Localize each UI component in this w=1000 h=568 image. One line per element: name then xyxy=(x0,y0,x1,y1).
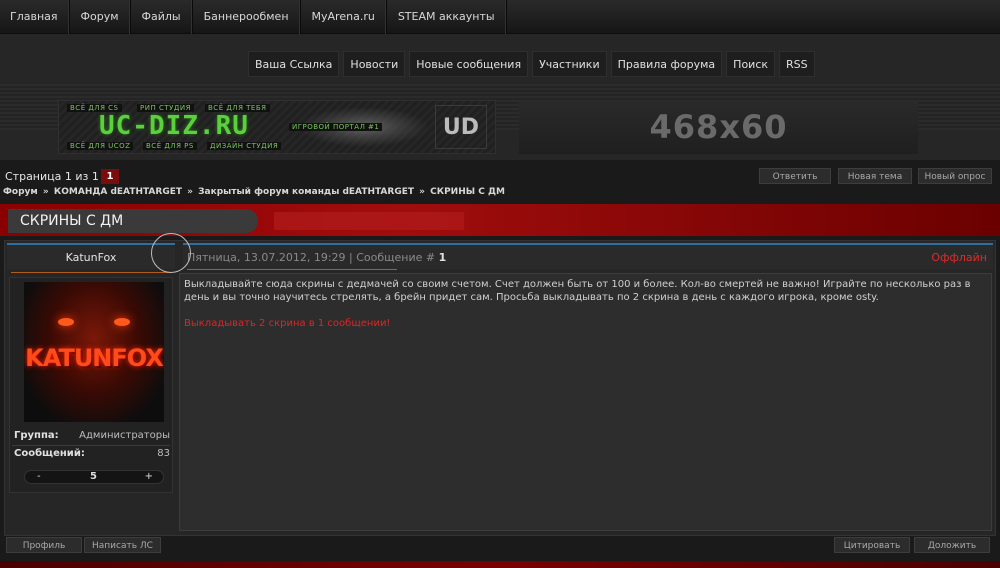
reputation-bar: - 5 + xyxy=(24,470,164,484)
nav-news[interactable]: Новости xyxy=(343,51,406,77)
breadcrumb-separator: » xyxy=(187,187,193,197)
new-topic-button[interactable]: Новая тема xyxy=(838,168,912,184)
group-row: Группа: Администраторы xyxy=(12,428,170,446)
author-underline xyxy=(11,272,171,273)
bottom-edge xyxy=(0,561,1000,568)
breadcrumb: Форум » КОМАНДА dEATHTARGET » Закрытый ф… xyxy=(3,187,505,197)
rep-minus-button[interactable]: - xyxy=(37,471,41,483)
quote-button[interactable]: Цитировать xyxy=(834,537,910,553)
avatar-eye xyxy=(58,318,74,326)
avatar: KATUNFOX xyxy=(24,282,164,422)
breadcrumb-closed-forum[interactable]: Закрытый форум команды dEATHTARGET xyxy=(198,187,414,197)
breadcrumb-topic[interactable]: СКРИНЫ С ДМ xyxy=(430,187,505,197)
forum-post: KatunFox Пятница, 13.07.2012, 19:29 | Со… xyxy=(4,240,996,536)
profile-button[interactable]: Профиль xyxy=(6,537,82,553)
send-pm-button[interactable]: Написать ЛС xyxy=(84,537,161,553)
breadcrumb-team[interactable]: КОМАНДА dEATHTARGET xyxy=(54,187,182,197)
secondary-nav: Ваша Ссылка Новости Новые сообщения Учас… xyxy=(248,51,815,77)
breadcrumb-separator: » xyxy=(42,187,49,197)
breadcrumb-separator: » xyxy=(419,187,425,197)
banner-uc-diz[interactable]: ВСЁ ДЛЯ CS РИП СТУДИЯ ВСЁ ДЛЯ ТЕБЯ ИГРОВ… xyxy=(58,100,496,154)
nav-new-messages[interactable]: Новые сообщения xyxy=(409,51,529,77)
pagination-row: Страница 1 из 1 1 Ответить Новая тема Но… xyxy=(0,168,1000,186)
cursor-indicator xyxy=(151,233,191,273)
rep-plus-button[interactable]: + xyxy=(145,471,153,483)
post-meta: Пятница, 13.07.2012, 19:29 | Сообщение #… xyxy=(187,251,446,264)
title-decoration xyxy=(274,212,464,230)
post-date: Пятница, 13.07.2012, 19:29 | Сообщение # xyxy=(187,251,436,264)
nav-members[interactable]: Участники xyxy=(532,51,607,77)
post-author-name[interactable]: KatunFox xyxy=(7,251,175,264)
messages-row: Сообщений: 83 xyxy=(12,446,170,462)
nav-rss[interactable]: RSS xyxy=(779,51,815,77)
nav-forum[interactable]: Форум xyxy=(70,0,131,34)
banner-placeholder[interactable]: 468x60 xyxy=(519,100,918,154)
post-text: Выкладывайте сюда скрины с дедмачей со с… xyxy=(184,279,971,303)
nav-home[interactable]: Главная xyxy=(0,0,70,34)
top-nav: Главная Форум Файлы Баннерообмен MyArena… xyxy=(0,0,1000,34)
nav-your-link[interactable]: Ваша Ссылка xyxy=(248,51,340,77)
report-button[interactable]: Доложить xyxy=(914,537,990,553)
avatar-text: KATUNFOX xyxy=(25,344,164,372)
post-number[interactable]: 1 xyxy=(439,251,447,264)
messages-value: 83 xyxy=(157,448,170,459)
banner-tag: ВСЁ ДЛЯ PS xyxy=(143,142,197,150)
messages-label: Сообщений: xyxy=(14,448,85,459)
topic-title: СКРИНЫ С ДМ xyxy=(8,209,258,233)
nav-search[interactable]: Поиск xyxy=(726,51,776,77)
breadcrumb-forum[interactable]: Форум xyxy=(3,187,38,197)
post-header: Пятница, 13.07.2012, 19:29 | Сообщение #… xyxy=(183,243,993,270)
rep-value: 5 xyxy=(90,471,97,482)
online-status: Оффлайн xyxy=(931,251,987,264)
nav-banner-exchange[interactable]: Баннерообмен xyxy=(193,0,301,34)
banner-tag: ВСЁ ДЛЯ UCOZ xyxy=(67,142,134,150)
group-value: Администраторы xyxy=(79,430,170,441)
banner-logo: UC-DIZ.RU xyxy=(99,111,249,141)
nav-files[interactable]: Файлы xyxy=(131,0,193,34)
post-author-header: KatunFox xyxy=(7,243,175,273)
reply-button[interactable]: Ответить xyxy=(759,168,831,184)
avatar-eye xyxy=(114,318,130,326)
nav-forum-rules[interactable]: Правила форума xyxy=(610,51,723,77)
nav-steam-accounts[interactable]: STEAM аккаунты xyxy=(387,0,507,34)
topic-title-bar: СКРИНЫ С ДМ xyxy=(0,204,1000,236)
banner-tag: ИГРОВОЙ ПОРТАЛ #1 xyxy=(289,123,383,131)
header-underline xyxy=(187,269,397,270)
author-sidebar: KATUNFOX Группа: Администраторы Сообщени… xyxy=(9,277,173,493)
uc-logo: UD xyxy=(435,105,487,149)
banner-tag: ДИЗАЙН СТУДИЯ xyxy=(207,142,282,150)
banner-size-label: 468x60 xyxy=(649,108,788,146)
new-poll-button[interactable]: Новый опрос xyxy=(918,168,992,184)
nav-myarena[interactable]: MyArena.ru xyxy=(301,0,387,34)
post-highlight-text: Выкладывать 2 скрина в 1 сообщении! xyxy=(184,318,391,329)
post-body: Выкладывайте сюда скрины с дедмачей со с… xyxy=(179,273,992,531)
page-indicator: Страница 1 из 1 xyxy=(5,170,99,183)
page-number[interactable]: 1 xyxy=(101,169,119,184)
group-label: Группа: xyxy=(14,430,59,441)
